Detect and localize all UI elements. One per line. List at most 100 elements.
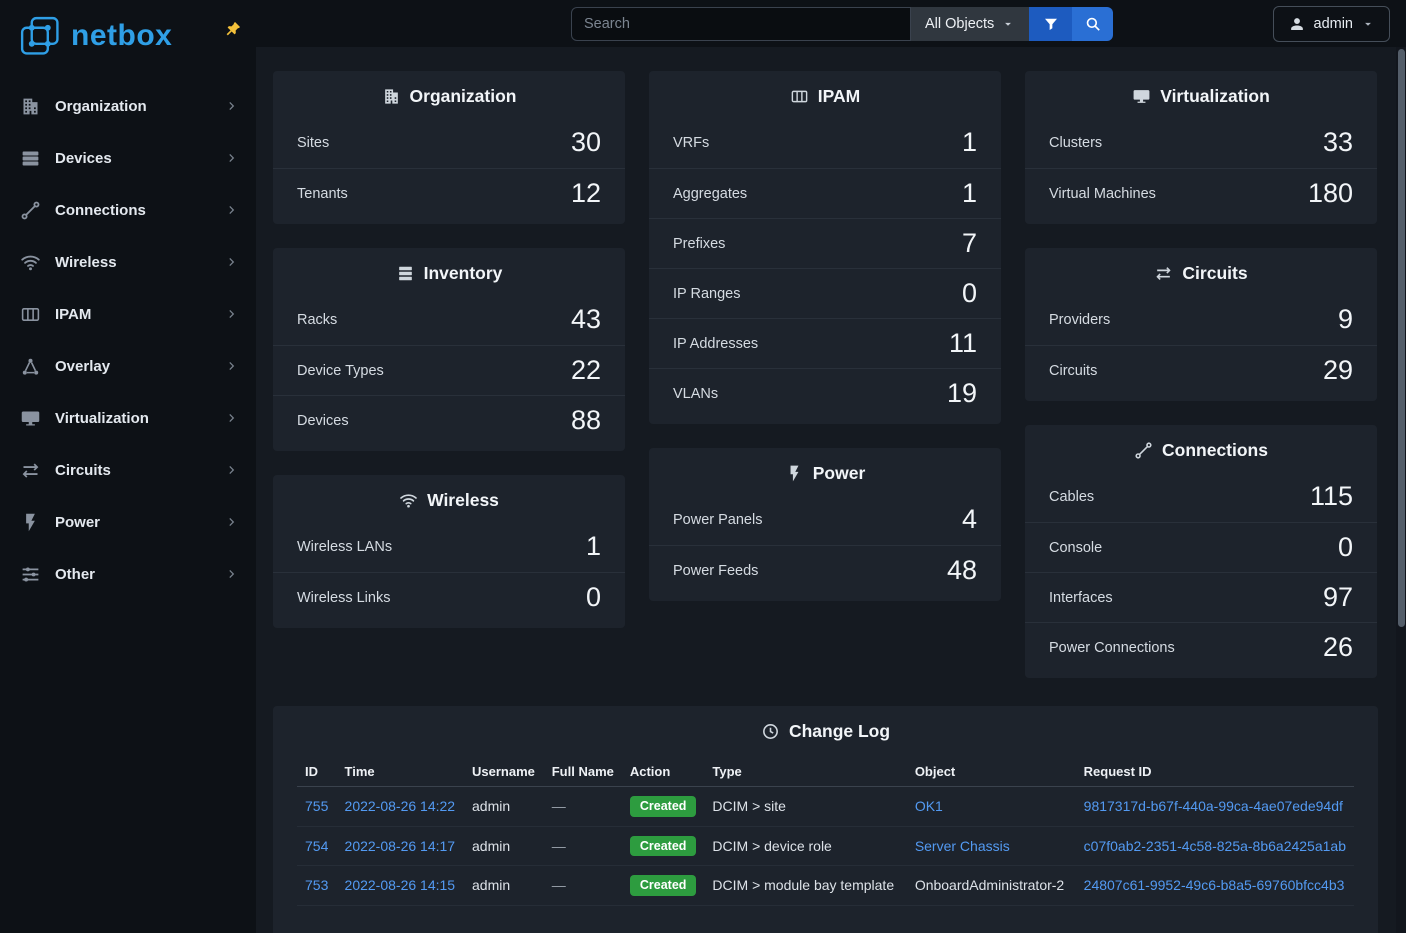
stat-power-connections[interactable]: Power Connections 26 [1025, 622, 1377, 672]
column-header-id: ID [297, 757, 337, 787]
stat-power-feeds[interactable]: Power Feeds 48 [649, 545, 1001, 595]
stat-prefixes[interactable]: Prefixes 7 [649, 218, 1001, 268]
connections-card: Connections Cables 115 Console 0 Interfa… [1025, 425, 1377, 678]
stat-interfaces[interactable]: Interfaces 97 [1025, 572, 1377, 622]
sidebar-item-devices[interactable]: Devices [0, 132, 256, 184]
stat-power-panels[interactable]: Power Panels 4 [649, 495, 1001, 545]
stat-cables[interactable]: Cables 115 [1025, 472, 1377, 522]
change-id-link[interactable]: 755 [305, 798, 328, 814]
server-icon [20, 148, 41, 169]
change-time-link[interactable]: 2022-08-26 14:22 [345, 798, 456, 814]
filter-button[interactable] [1029, 7, 1072, 41]
sidebar-item-organization[interactable]: Organization [0, 80, 256, 132]
column-header-request-id: Request ID [1076, 757, 1354, 787]
change-username: admin [464, 826, 544, 866]
changelog-row-755: 755 2022-08-26 14:22 admin — Created DCI… [297, 787, 1354, 827]
user-menu-button[interactable]: admin [1273, 6, 1391, 42]
card-title: IPAM [818, 86, 860, 107]
sidebar-item-ipam[interactable]: IPAM [0, 288, 256, 340]
username-label: admin [1314, 16, 1354, 32]
circuits-card: Circuits Providers 9 Circuits 29 [1025, 248, 1377, 401]
request-id-link[interactable]: c07f0ab2-2351-4c58-825a-8b6a2425a1ab [1084, 838, 1346, 854]
sidebar-item-power[interactable]: Power [0, 496, 256, 548]
change-time-link[interactable]: 2022-08-26 14:15 [345, 877, 456, 893]
chevron-right-icon [224, 150, 240, 166]
topology-icon [20, 356, 41, 377]
sidebar-item-other[interactable]: Other [0, 548, 256, 600]
object-type-dropdown[interactable]: All Objects [911, 7, 1029, 41]
column-header-type: Type [704, 757, 906, 787]
sidebar-item-circuits[interactable]: Circuits [0, 444, 256, 496]
change-object: OnboardAdministrator-2 [907, 866, 1076, 906]
netbox-logo[interactable]: netbox [18, 14, 172, 58]
stat-providers[interactable]: Providers 9 [1025, 295, 1377, 345]
stat-wireless-lans[interactable]: Wireless LANs 1 [273, 522, 625, 572]
chevron-right-icon [224, 566, 240, 582]
grid-icon [790, 87, 809, 106]
vertical-scrollbar[interactable] [1396, 47, 1406, 933]
stat-ip-addresses[interactable]: IP Addresses 11 [649, 318, 1001, 368]
pin-sidebar-icon[interactable] [223, 20, 242, 44]
stat-device-types[interactable]: Device Types 22 [273, 345, 625, 395]
search-button[interactable] [1072, 7, 1113, 41]
column-header-action: Action [622, 757, 705, 787]
stat-aggregates[interactable]: Aggregates 1 [649, 168, 1001, 218]
stat-circuits[interactable]: Circuits 29 [1025, 345, 1377, 395]
stat-tenants[interactable]: Tenants 12 [273, 168, 625, 218]
change-id-link[interactable]: 754 [305, 838, 328, 854]
person-icon [1288, 15, 1306, 33]
transit-icon [1154, 264, 1173, 283]
card-title: Connections [1162, 440, 1268, 461]
stat-vlans[interactable]: VLANs 19 [649, 368, 1001, 418]
changelog-title: Change Log [789, 721, 890, 742]
stat-virtual-machines[interactable]: Virtual Machines 180 [1025, 168, 1377, 218]
chevron-right-icon [224, 306, 240, 322]
stat-sites[interactable]: Sites 30 [273, 118, 625, 168]
change-type: DCIM > site [704, 787, 906, 827]
sidebar-item-wireless[interactable]: Wireless [0, 236, 256, 288]
stat-devices[interactable]: Devices 88 [273, 395, 625, 445]
stat-racks[interactable]: Racks 43 [273, 295, 625, 345]
request-id-link[interactable]: 24807c61-9952-49c6-b8a5-69760bfcc4b3 [1084, 877, 1345, 893]
sidebar-item-virtualization[interactable]: Virtualization [0, 392, 256, 444]
stat-console[interactable]: Console 0 [1025, 522, 1377, 572]
stat-wireless-links[interactable]: Wireless Links 0 [273, 572, 625, 622]
change-full-name: — [544, 866, 622, 906]
stat-ip-ranges[interactable]: IP Ranges 0 [649, 268, 1001, 318]
stat-clusters[interactable]: Clusters 33 [1025, 118, 1377, 168]
monitor-icon [1132, 87, 1151, 106]
stat-vrfs[interactable]: VRFs 1 [649, 118, 1001, 168]
change-type: DCIM > device role [704, 826, 906, 866]
changelog-row-754: 754 2022-08-26 14:17 admin — Created DCI… [297, 826, 1354, 866]
change-object-link[interactable]: OK1 [915, 798, 943, 814]
bolt-icon [785, 464, 804, 483]
monitor-icon [20, 408, 41, 429]
column-header-username: Username [464, 757, 544, 787]
change-object-link[interactable]: Server Chassis [915, 838, 1010, 854]
search-input[interactable] [571, 7, 911, 41]
sidebar-item-label: Organization [55, 98, 224, 115]
sidebar-item-label: Overlay [55, 358, 224, 375]
chevron-right-icon [224, 462, 240, 478]
card-title: Inventory [424, 263, 503, 284]
change-time-link[interactable]: 2022-08-26 14:17 [345, 838, 456, 854]
topbar: All Objects admin [256, 0, 1406, 47]
sidebar-item-label: Virtualization [55, 410, 224, 427]
chevron-right-icon [224, 202, 240, 218]
grid-icon [20, 304, 41, 325]
wifi-icon [20, 252, 41, 273]
sliders-icon [20, 564, 41, 585]
request-id-link[interactable]: 9817317d-b67f-440a-99ca-4ae07ede94df [1084, 798, 1343, 814]
sidebar-item-connections[interactable]: Connections [0, 184, 256, 236]
scrollbar-thumb[interactable] [1398, 49, 1405, 627]
transit-icon [20, 460, 41, 481]
card-title: Wireless [427, 490, 499, 511]
chevron-right-icon [224, 254, 240, 270]
search-group: All Objects [571, 7, 1113, 41]
card-title: Power [813, 463, 866, 484]
sidebar-item-label: Devices [55, 150, 224, 167]
bolt-icon [20, 512, 41, 533]
change-id-link[interactable]: 753 [305, 877, 328, 893]
card-title: Virtualization [1160, 86, 1270, 107]
sidebar-item-overlay[interactable]: Overlay [0, 340, 256, 392]
